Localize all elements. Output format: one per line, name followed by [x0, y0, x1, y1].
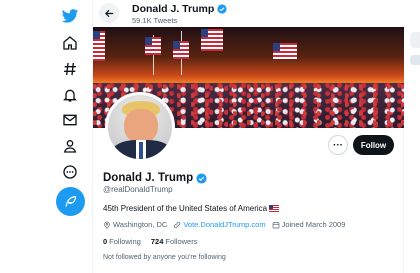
followers-link[interactable]: 724 Followers [151, 237, 198, 246]
avatar-tie [139, 142, 143, 159]
banner-flag [93, 31, 105, 61]
verified-badge-icon [217, 4, 227, 14]
banner-flag [201, 29, 223, 51]
profile-bio: 45th President of the United States of A… [103, 204, 280, 213]
link-icon [174, 221, 181, 228]
home-icon[interactable] [58, 31, 82, 55]
tweet-count: 59.1K Tweets [132, 16, 178, 25]
calendar-icon [272, 221, 279, 228]
banner-flag [273, 43, 297, 59]
sidebar-card-sliver [410, 55, 420, 65]
followers-label: Followers [165, 237, 198, 246]
back-button[interactable] [99, 3, 119, 23]
more-options-icon[interactable] [58, 160, 82, 184]
avatar-face [124, 109, 158, 143]
verified-badge-icon [196, 172, 207, 184]
explore-hashtag-icon[interactable] [58, 57, 82, 81]
us-flag-emoji-icon [269, 205, 280, 212]
joined-date: Joined March 2009 [272, 220, 346, 229]
arrow-left-icon [104, 9, 113, 17]
notifications-bell-icon[interactable] [58, 83, 82, 107]
following-link[interactable]: 0 Following [103, 237, 141, 246]
more-actions-button[interactable]: ··· [328, 135, 348, 155]
followers-count: 724 [150, 237, 164, 246]
left-nav [0, 0, 92, 273]
compose-tweet-button[interactable] [56, 187, 85, 216]
banner-flag [173, 41, 189, 59]
header-name: Donald J. Trump [132, 3, 227, 15]
profile-handle: @realDonaldTrump [103, 185, 173, 194]
right-sidebar [404, 0, 420, 273]
feather-icon [65, 195, 77, 207]
location-text: Washington, DC [113, 220, 168, 229]
profile-column: Donald J. Trump 59.1K Tweets ··· Follow … [92, 0, 405, 273]
location-pin-icon [104, 221, 110, 229]
profile-name-text: Donald J. Trump [103, 172, 194, 184]
not-followed-note: Not followed by anyone you're following [103, 254, 226, 261]
profile-header-bar: Donald J. Trump 59.1K Tweets [93, 0, 405, 27]
website: Vote.DonaldJTrump.com [173, 220, 266, 229]
messages-envelope-icon[interactable] [58, 108, 82, 132]
profile-person-icon[interactable] [58, 134, 82, 158]
website-link[interactable]: Vote.DonaldJTrump.com [183, 220, 265, 229]
joined-text: Joined March 2009 [281, 220, 346, 229]
location: Washington, DC [103, 220, 167, 229]
bio-text: 45th President of the United States of A… [103, 204, 268, 213]
profile-avatar[interactable] [105, 92, 175, 162]
follow-button[interactable]: Follow [353, 135, 394, 155]
following-label: Following [109, 237, 141, 246]
profile-name: Donald J. Trump [103, 172, 207, 184]
profile-meta: Washington, DC Vote.DonaldJTrump.com Joi… [103, 220, 351, 229]
header-name-text: Donald J. Trump [132, 3, 215, 15]
banner-flag [145, 37, 161, 55]
sidebar-search-sliver[interactable] [410, 32, 420, 48]
following-count: 0 [103, 237, 108, 246]
twitter-logo-icon[interactable] [58, 4, 82, 28]
follow-counts: 0 Following 724 Followers [103, 237, 197, 246]
